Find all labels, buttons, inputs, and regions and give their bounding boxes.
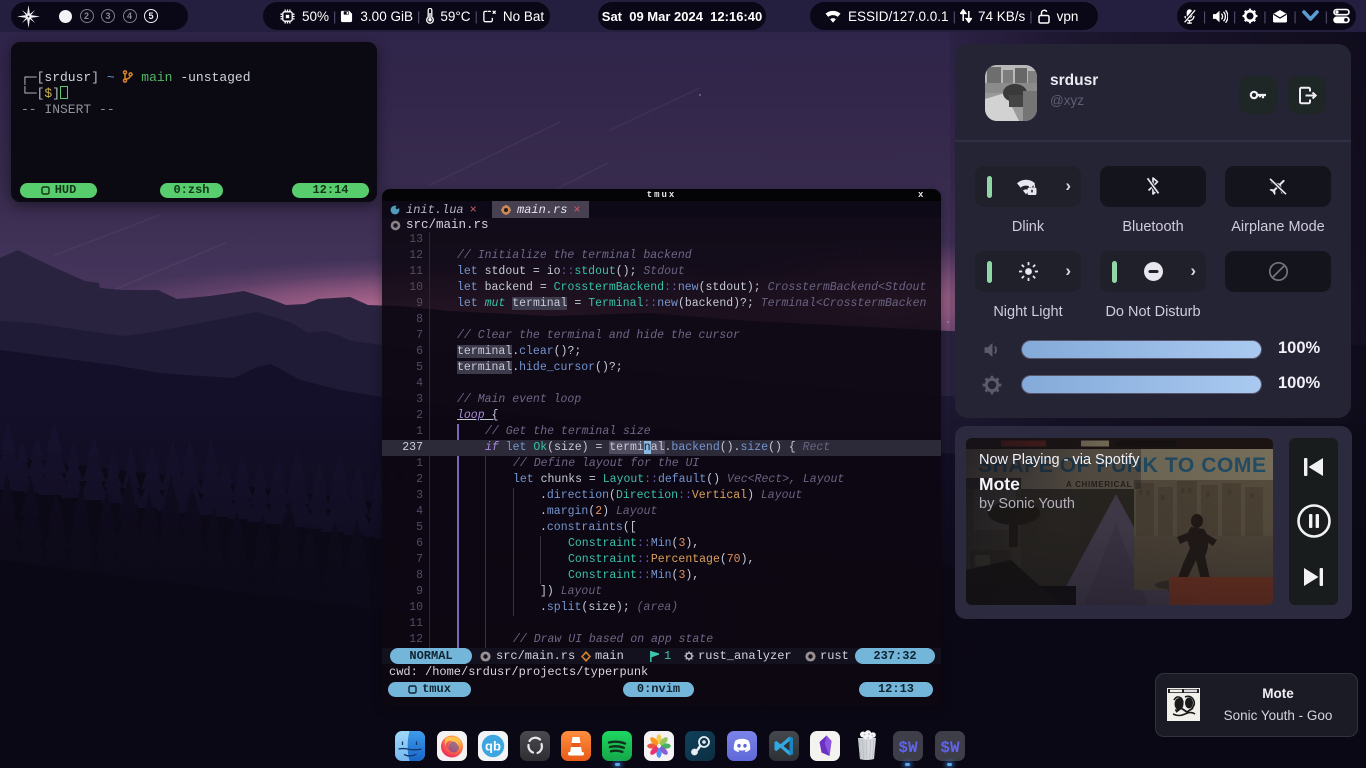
svg-text:qb: qb <box>485 739 501 754</box>
svg-text:$W: $W <box>940 739 960 757</box>
svg-text:$W: $W <box>898 739 918 757</box>
